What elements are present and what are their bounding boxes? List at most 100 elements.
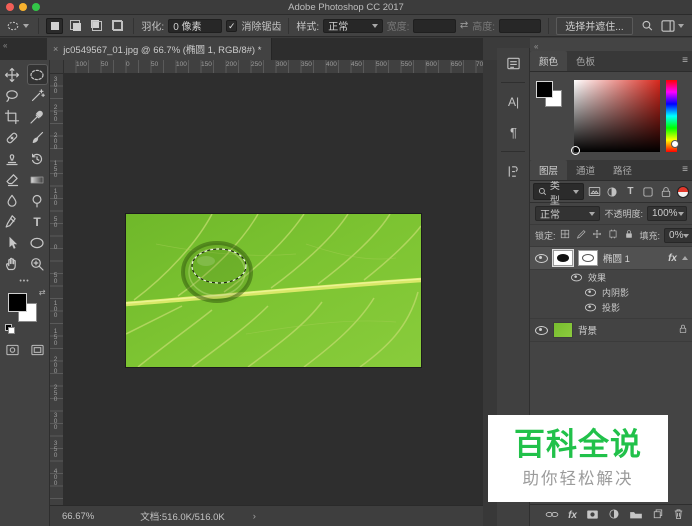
tab-paths[interactable]: 路径 — [604, 160, 641, 180]
opacity-select[interactable]: 100% — [647, 206, 687, 221]
intersect-selection-button[interactable] — [109, 18, 126, 34]
tab-swatches[interactable]: 色板 — [567, 51, 604, 71]
lock-all-icon[interactable] — [624, 229, 634, 242]
eyedropper-tool[interactable] — [27, 106, 48, 127]
eye-icon[interactable] — [571, 274, 582, 282]
hue-slider[interactable] — [666, 80, 677, 152]
workspace-switcher[interactable] — [661, 20, 684, 32]
swap-dimensions-icon[interactable]: ⇄ — [460, 20, 468, 31]
new-group-button[interactable] — [629, 509, 643, 523]
glyphs-panel-icon[interactable] — [497, 156, 530, 186]
filter-shape-layers-icon[interactable] — [641, 185, 655, 199]
document-tab[interactable]: × jc0549567_01.jpg @ 66.7% (椭圆 1, RGB/8#… — [47, 38, 272, 60]
height-input[interactable] — [499, 19, 541, 33]
visibility-toggle[interactable] — [534, 326, 548, 335]
add-layer-mask-button[interactable] — [586, 509, 599, 523]
feather-input[interactable]: 0 像素 — [168, 19, 222, 33]
hue-slider-handle[interactable] — [671, 140, 679, 148]
libraries-panel-icon[interactable] — [497, 48, 530, 78]
collapse-panels-icon[interactable]: « — [534, 42, 538, 51]
subtract-from-selection-button[interactable] — [88, 18, 105, 34]
visibility-toggle[interactable] — [534, 254, 548, 263]
fx-badge[interactable]: fx — [668, 253, 677, 264]
layer-row-background[interactable]: 背景 — [530, 318, 692, 342]
eraser-tool[interactable] — [2, 169, 23, 190]
screen-mode-button[interactable] — [30, 343, 45, 360]
lock-pixels-icon[interactable] — [576, 229, 586, 242]
quick-mask-button[interactable] — [5, 343, 20, 360]
smudge-tool[interactable] — [2, 190, 23, 211]
history-brush-tool[interactable] — [27, 148, 48, 169]
lock-position-icon[interactable] — [592, 229, 602, 242]
panel-menu-icon[interactable]: ≡ — [682, 164, 688, 175]
layer-row-ellipse1[interactable]: 椭圆 1 fx — [530, 247, 692, 270]
layer-name[interactable]: 背景 — [578, 323, 597, 337]
layer-filtering-toggle[interactable] — [677, 186, 689, 198]
blend-mode-select[interactable]: 正常 — [535, 206, 600, 221]
vector-mask-thumbnail[interactable] — [578, 250, 598, 266]
adjustment-layer-button[interactable] — [608, 508, 620, 523]
filter-type-layers-icon[interactable]: T — [623, 185, 637, 199]
fill-select[interactable]: 0% — [664, 228, 692, 243]
effects-group-row[interactable]: 效果 — [530, 270, 692, 285]
pen-tool[interactable] — [2, 211, 23, 232]
close-tab-icon[interactable]: × — [53, 44, 58, 54]
background-layer-thumbnail[interactable] — [553, 322, 573, 338]
inner-shadow-row[interactable]: 内阴影 — [530, 285, 692, 300]
layer-name[interactable]: 椭圆 1 — [603, 251, 630, 265]
move-tool[interactable] — [2, 64, 23, 85]
tool-preset-picker[interactable] — [4, 18, 31, 34]
drop-shadow-row[interactable]: 投影 — [530, 300, 692, 318]
foreground-color-swatch[interactable] — [536, 81, 553, 98]
style-select[interactable]: 正常 — [323, 19, 382, 33]
zoom-tool[interactable] — [27, 253, 48, 274]
color-picker-handle[interactable] — [571, 146, 580, 155]
canvas-area[interactable] — [64, 74, 483, 505]
gradient-tool[interactable] — [27, 169, 48, 190]
layer-style-button[interactable]: fx — [568, 510, 577, 521]
eye-icon[interactable] — [585, 304, 596, 312]
lock-transparency-icon[interactable] — [560, 229, 570, 242]
elliptical-marquee-tool[interactable] — [27, 64, 48, 85]
zoom-level-field[interactable]: 66.67% — [62, 511, 94, 522]
default-colors-icon[interactable] — [5, 324, 14, 333]
antialias-checkbox[interactable]: ✓ — [226, 20, 238, 32]
status-options-chevron[interactable]: › — [253, 511, 256, 522]
panel-menu-icon[interactable]: ≡ — [682, 55, 688, 66]
filter-smart-objects-icon[interactable] — [659, 185, 673, 199]
dodge-tool[interactable] — [27, 190, 48, 211]
brush-tool[interactable] — [27, 127, 48, 148]
saturation-brightness-field[interactable] — [574, 80, 660, 152]
toolbar-collapse-icon[interactable]: « — [3, 41, 7, 50]
character-panel-icon[interactable]: A| — [497, 87, 530, 117]
clone-stamp-tool[interactable] — [2, 148, 23, 169]
lock-artboard-icon[interactable] — [608, 229, 618, 242]
lasso-tool[interactable] — [2, 85, 23, 106]
ellipse-shape-tool[interactable] — [27, 232, 48, 253]
paragraph-panel-icon[interactable]: ¶ — [497, 117, 530, 147]
new-layer-button[interactable] — [652, 508, 664, 523]
document-image[interactable] — [126, 214, 421, 367]
add-to-selection-button[interactable] — [67, 18, 84, 34]
width-input[interactable] — [413, 19, 455, 33]
swap-colors-icon[interactable]: ⇄ — [39, 288, 46, 297]
filter-adjustment-layers-icon[interactable] — [606, 185, 620, 199]
collapse-effects-icon[interactable] — [682, 256, 688, 260]
hand-tool[interactable] — [2, 253, 23, 274]
new-selection-button[interactable] — [46, 18, 63, 34]
delete-layer-button[interactable] — [673, 508, 684, 523]
search-icon[interactable] — [641, 19, 653, 32]
tab-color[interactable]: 颜色 — [530, 51, 567, 71]
tab-layers[interactable]: 图层 — [530, 160, 567, 180]
link-layers-button[interactable] — [545, 510, 559, 522]
select-and-mask-button[interactable]: 选择并遮住... — [556, 17, 632, 35]
foreground-color-swatch[interactable] — [8, 293, 27, 312]
shape-layer-thumbnail[interactable] — [553, 250, 573, 266]
path-selection-tool[interactable] — [2, 232, 23, 253]
healing-brush-tool[interactable] — [2, 127, 23, 148]
eye-icon[interactable] — [585, 289, 596, 297]
tab-channels[interactable]: 通道 — [567, 160, 604, 180]
magic-wand-tool[interactable] — [27, 85, 48, 106]
crop-tool[interactable] — [2, 106, 23, 127]
filter-pixel-layers-icon[interactable] — [588, 185, 602, 199]
